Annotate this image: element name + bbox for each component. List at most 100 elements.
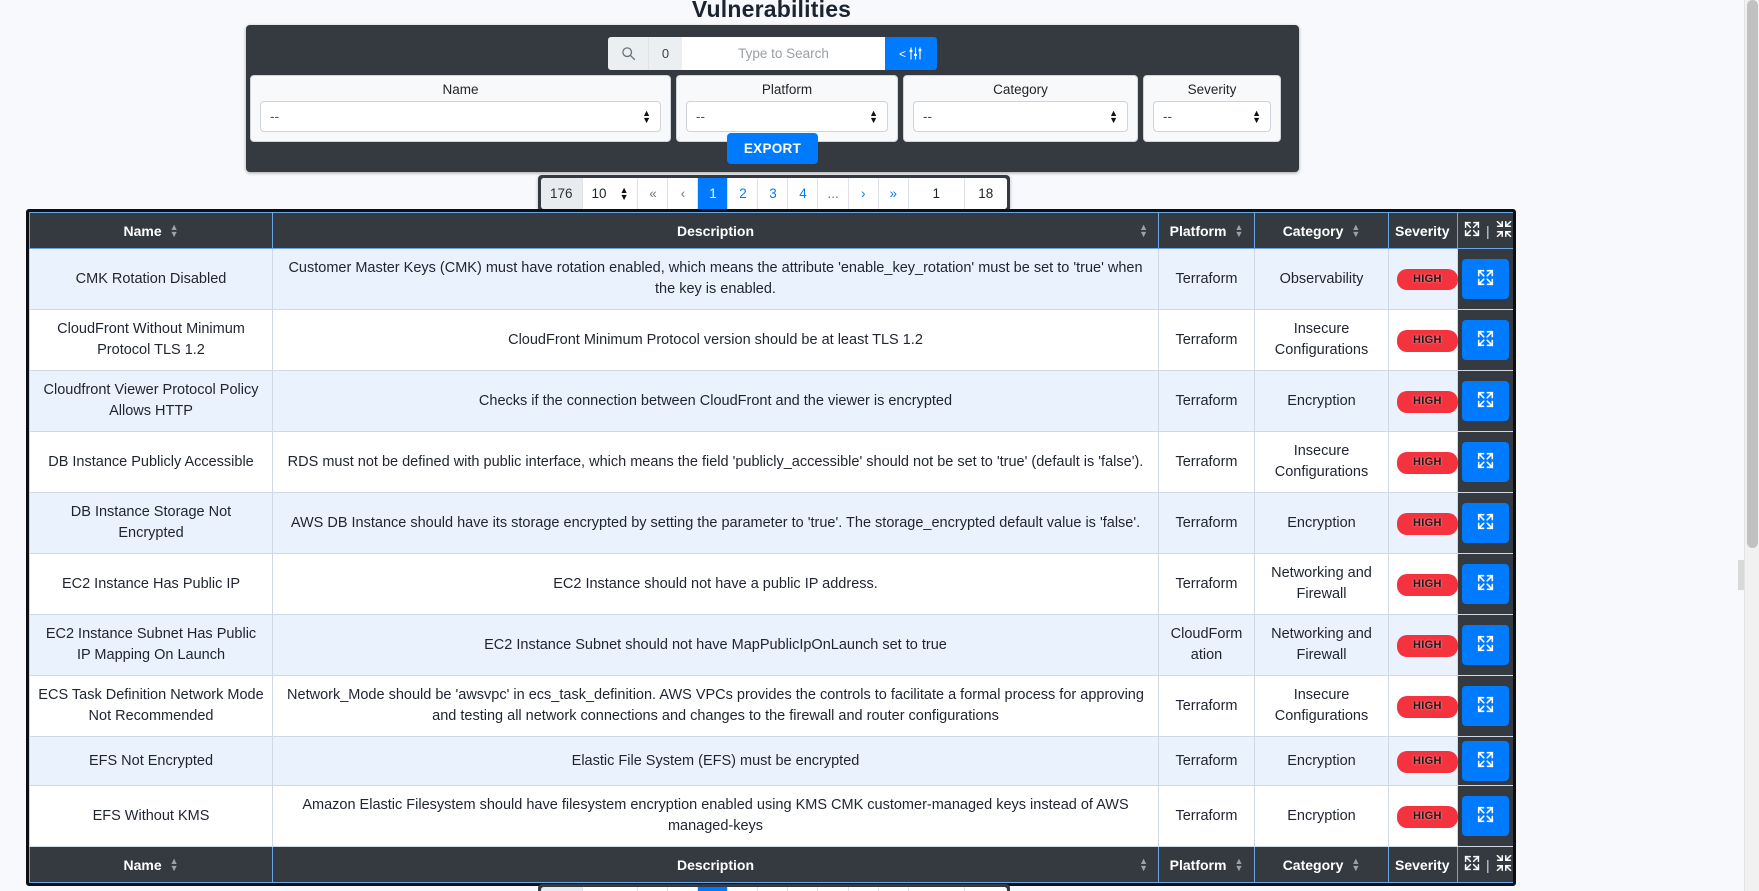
cell-platform: Terraform	[1158, 492, 1255, 555]
collapse-all-icon[interactable]	[1496, 220, 1512, 240]
cell-name: EFS Without KMS	[29, 785, 273, 848]
cell-name: EC2 Instance Subnet Has Public IP Mappin…	[29, 614, 273, 677]
cell-expand	[1457, 370, 1513, 433]
cell-platform: Terraform	[1158, 370, 1255, 433]
expand-row-icon	[1477, 269, 1494, 289]
status-badge: HIGH	[1397, 268, 1458, 291]
expand-row-button[interactable]	[1462, 741, 1509, 782]
bottom-page-button-2[interactable]: 2	[728, 887, 759, 891]
category-filter-select[interactable]: -- ▲ ▼	[913, 101, 1128, 132]
collapse-all-icon[interactable]	[1496, 855, 1512, 874]
bottom-pagination-ellipsis: ...	[818, 887, 849, 891]
footer-column-header-expand: |	[1457, 846, 1513, 884]
expand-row-icon	[1477, 452, 1494, 472]
vulnerabilities-table: Name ▲ ▼ Description ▲ ▼ Platform ▲ ▼ Ca…	[29, 212, 1513, 884]
platform-filter-select[interactable]: -- ▲ ▼	[686, 101, 888, 132]
status-badge: HIGH	[1397, 390, 1458, 413]
footer-column-header-platform[interactable]: Platform ▲ ▼	[1158, 846, 1255, 884]
expand-row-button[interactable]	[1462, 381, 1509, 422]
total-records: 176	[541, 178, 583, 209]
table-row: EC2 Instance Subnet Has Public IP Mappin…	[29, 614, 1513, 677]
status-badge: HIGH	[1397, 573, 1458, 596]
bottom-page-button-1[interactable]: 1	[698, 887, 729, 891]
cell-severity: HIGH	[1388, 309, 1458, 372]
cell-platform: Terraform	[1158, 431, 1255, 494]
bottom-next-page-button[interactable]: ›	[848, 887, 879, 891]
column-label-category: Category	[1282, 222, 1344, 239]
current-page-input[interactable]: 1	[908, 178, 965, 209]
expand-row-button[interactable]	[1462, 625, 1509, 666]
sort-icon: ▲ ▼	[169, 855, 179, 873]
expand-row-button[interactable]	[1462, 259, 1509, 300]
column-header-platform[interactable]: Platform ▲ ▼	[1158, 212, 1255, 249]
cell-category: Networking and Firewall	[1254, 553, 1389, 616]
vertical-scrollbar[interactable]	[1744, 0, 1759, 891]
column-header-description[interactable]: Description ▲ ▼	[272, 212, 1159, 249]
page-size-value: 10	[591, 186, 607, 201]
page-button-4[interactable]: 4	[788, 178, 819, 209]
cell-platform: Terraform	[1158, 736, 1255, 787]
footer-column-label-severity: Severity	[1395, 856, 1450, 873]
expand-row-button[interactable]	[1462, 503, 1509, 544]
column-header-severity[interactable]: Severity ▲▼	[1388, 212, 1466, 249]
cell-category: Insecure Configurations	[1254, 675, 1389, 738]
table-footer-row: Name ▲ ▼ Description ▲ ▼ Platform ▲ ▼ Ca…	[29, 846, 1513, 884]
filter-toggle-button[interactable]: <	[885, 37, 937, 70]
filter-label-severity: Severity	[1187, 82, 1237, 97]
footer-column-label-name: Name	[123, 856, 162, 873]
cell-severity: HIGH	[1388, 675, 1458, 738]
expand-all-icon[interactable]	[1464, 855, 1480, 874]
page-size-select[interactable]: 10 ▲ ▼	[582, 178, 639, 209]
expand-all-icon[interactable]	[1464, 221, 1480, 240]
expand-row-button[interactable]	[1462, 320, 1509, 361]
severity-filter-select[interactable]: -- ▲ ▼	[1153, 101, 1271, 132]
footer-column-header-description[interactable]: Description ▲ ▼	[272, 846, 1159, 884]
prev-page-button[interactable]: ‹	[668, 178, 699, 209]
bottom-total-pages: 18	[964, 887, 1007, 891]
first-page-button[interactable]: «	[638, 178, 669, 209]
vertical-scrollbar-thumb[interactable]	[1747, 0, 1758, 548]
bottom-last-page-button[interactable]: »	[878, 887, 909, 891]
cell-platform: Terraform	[1158, 553, 1255, 616]
expand-row-button[interactable]	[1462, 796, 1509, 837]
column-header-category[interactable]: Category ▲ ▼	[1254, 212, 1389, 249]
expand-row-icon	[1477, 751, 1494, 771]
bottom-page-button-4[interactable]: 4	[788, 887, 819, 891]
column-label-severity: Severity	[1395, 222, 1450, 239]
bottom-total-records: 176	[541, 887, 583, 891]
bottom-current-page-input[interactable]: 1	[908, 887, 965, 891]
expand-row-button[interactable]	[1462, 686, 1509, 727]
cell-platform: Terraform	[1158, 309, 1255, 372]
cell-description: Amazon Elastic Filesystem should have fi…	[272, 785, 1159, 848]
expand-row-button[interactable]	[1462, 442, 1509, 483]
bottom-first-page-button[interactable]: «	[638, 887, 669, 891]
bottom-page-button-3[interactable]: 3	[758, 887, 789, 891]
page-button-2[interactable]: 2	[728, 178, 759, 209]
bottom-page-size-select[interactable]: 10 ▲▼	[582, 887, 639, 891]
sliders-icon	[909, 47, 922, 60]
cell-category: Encryption	[1254, 370, 1389, 433]
table-row: CMK Rotation Disabled Customer Master Key…	[29, 247, 1513, 311]
page-button-1[interactable]: 1	[698, 178, 729, 209]
bottom-prev-page-button[interactable]: ‹	[668, 887, 699, 891]
table-row: EFS Not Encrypted Elastic File System (EF…	[29, 736, 1513, 787]
cell-name: EC2 Instance Has Public IP	[29, 553, 273, 616]
next-page-button[interactable]: ›	[848, 178, 879, 209]
expand-row-button[interactable]	[1462, 564, 1509, 605]
divider: |	[1486, 856, 1490, 873]
sort-icon: ▲ ▼	[1234, 221, 1244, 239]
footer-column-header-category[interactable]: Category ▲ ▼	[1254, 846, 1389, 884]
column-header-expand: |	[1457, 212, 1513, 249]
vulnerabilities-page: Vulnerabilities 0 <	[0, 0, 1759, 891]
last-page-button[interactable]: »	[878, 178, 909, 209]
sort-icon: ▲ ▼	[1234, 855, 1244, 873]
page-button-3[interactable]: 3	[758, 178, 789, 209]
footer-column-header-name[interactable]: Name ▲ ▼	[29, 846, 273, 884]
column-header-name[interactable]: Name ▲ ▼	[29, 212, 273, 249]
filter-panel: 0 < Name --	[246, 25, 1299, 172]
footer-column-header-severity[interactable]: Severity ▲▼	[1388, 846, 1466, 884]
name-filter-select[interactable]: -- ▲ ▼	[260, 101, 661, 132]
export-button[interactable]: EXPORT	[726, 133, 819, 164]
sort-icon: ▲ ▼	[1139, 855, 1148, 873]
search-input[interactable]	[682, 37, 885, 70]
